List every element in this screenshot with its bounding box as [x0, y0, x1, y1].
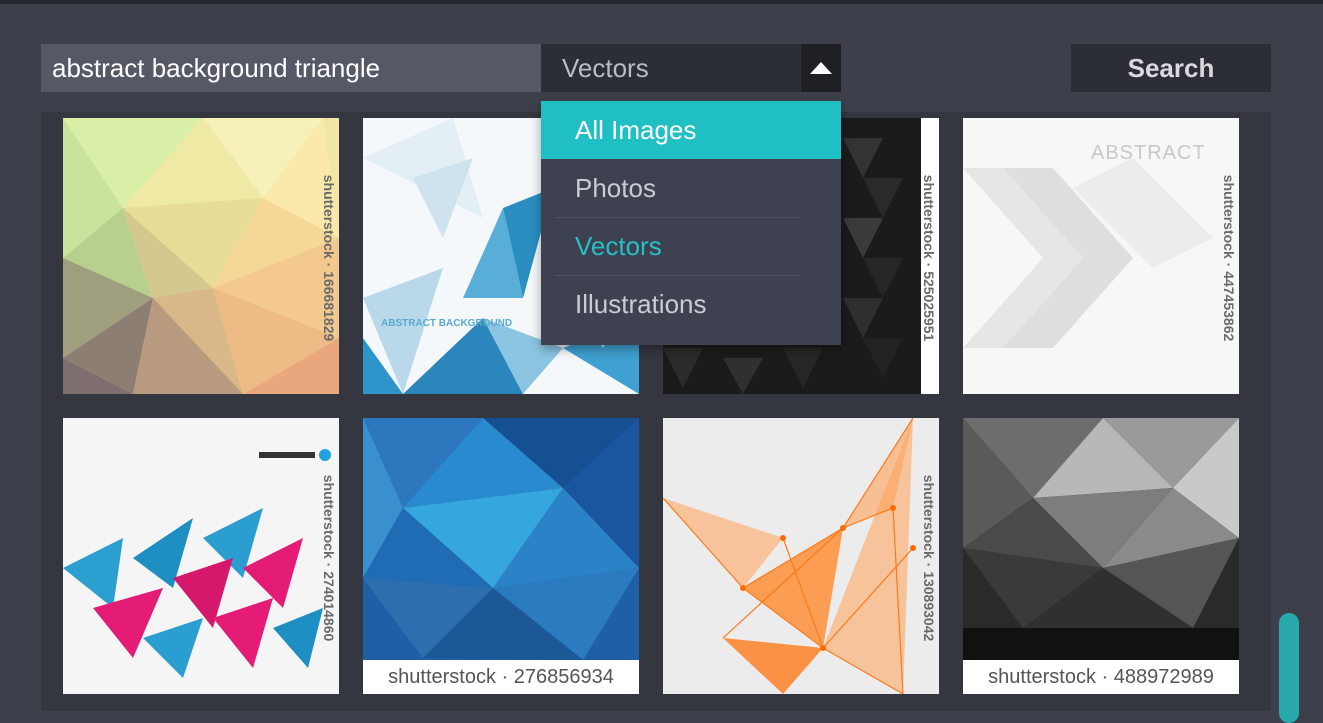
triangle-up-icon: [810, 62, 832, 74]
scrollbar-thumb[interactable]: [1279, 613, 1299, 723]
watermark: shutterstock · 130893042: [921, 474, 937, 642]
image-type-selected-value: Vectors: [562, 53, 649, 83]
image-type-select[interactable]: Vectors: [541, 44, 841, 92]
result-thumbnail-4[interactable]: ABSTRACT shutterstock · 447453862: [963, 118, 1239, 394]
watermark: shutterstock · 274014860: [321, 474, 337, 642]
watermark: shutterstock · 525025951: [921, 174, 937, 342]
orange-network-image: [663, 418, 939, 694]
watermark: shutterstock · 276856934: [363, 660, 639, 694]
search-input[interactable]: [41, 44, 541, 92]
dropdown-option-illustrations[interactable]: Illustrations: [541, 275, 841, 333]
result-thumbnail-1[interactable]: shutterstock · 166681829: [63, 118, 339, 394]
dropdown-option-vectors[interactable]: Vectors: [541, 217, 841, 275]
watermark: shutterstock · 166681829: [321, 174, 337, 342]
result-thumbnail-6[interactable]: shutterstock · 276856934: [363, 418, 639, 694]
dropdown-option-photos[interactable]: Photos: [541, 159, 841, 217]
abstract-caption: ABSTRACT: [1091, 142, 1206, 164]
top-border: [0, 0, 1323, 4]
pink-blue-pyramids-image: [63, 418, 339, 694]
watermark: shutterstock · 488972989: [963, 660, 1239, 694]
search-button[interactable]: Search: [1071, 44, 1271, 92]
watermark: shutterstock · 447453862: [1221, 174, 1237, 342]
lowpoly-pastel-image: [63, 118, 339, 394]
dropdown-option-all-images[interactable]: All Images: [541, 101, 841, 159]
result-thumbnail-7[interactable]: shutterstock · 130893042: [663, 418, 939, 694]
image-type-dropdown: All Images Photos Vectors Illustrations: [541, 101, 841, 345]
select-toggle[interactable]: [801, 44, 841, 92]
result-thumbnail-5[interactable]: shutterstock · 274014860: [63, 418, 339, 694]
gray-lowpoly-image: [963, 418, 1239, 694]
blue-lowpoly-image: [363, 418, 639, 694]
brochure-caption: ABSTRACT BACKGROUND: [381, 318, 513, 329]
result-thumbnail-8[interactable]: shutterstock · 488972989: [963, 418, 1239, 694]
